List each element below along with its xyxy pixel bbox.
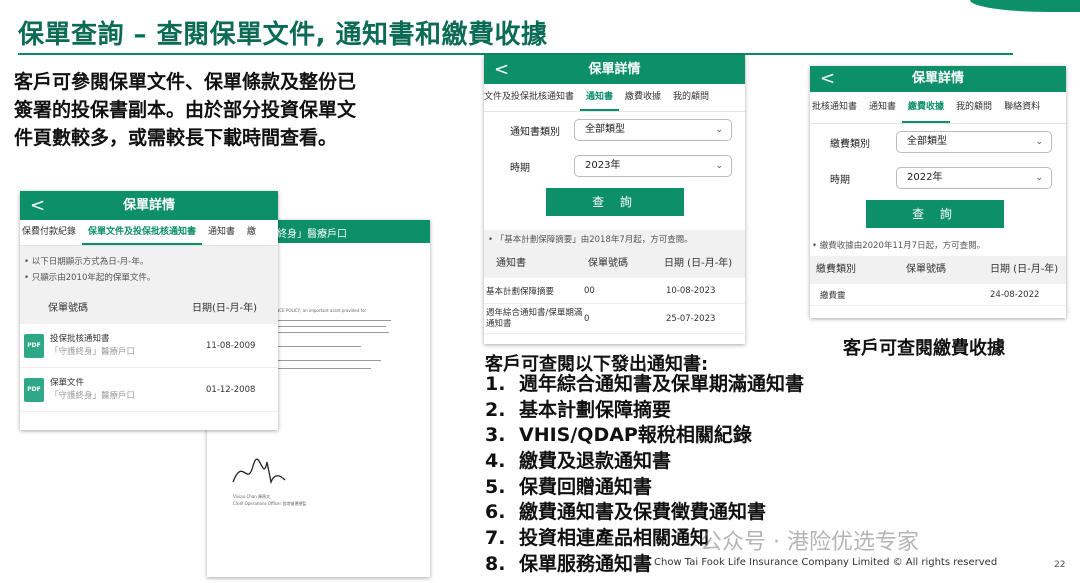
panel-header: < 保單詳情 [810, 66, 1066, 92]
slide-title: 保單查詢 – 查閱保單文件, 通知書和繳費收據 [18, 20, 548, 50]
receipts-caption: 客戶可查閱繳費收據 [843, 338, 1005, 359]
period-row: 時期 2023年 ⌄ [484, 148, 745, 184]
panel-header: < 保單詳情 [484, 55, 745, 84]
query-button-row: 查 詢 [484, 184, 745, 230]
list-item: 5. 保費回贈通知書 [485, 475, 653, 498]
query-button[interactable]: 查 詢 [546, 188, 684, 216]
chevron-down-icon: ⌄ [1035, 173, 1043, 183]
document-line [271, 360, 381, 361]
tab-notices[interactable]: 通知書 [202, 220, 241, 245]
notice-type-row: 通知書類別 全部類型 ⌄ [484, 112, 745, 148]
signatory-name: Vivian Chan 陳薇文 [233, 494, 271, 499]
list-item: 6. 繳費通知書及保費徵費通知書 [485, 501, 767, 524]
panel-tabs: 保費付款紀錄 保單文件及投保批核通知書 通知書 繳 [20, 220, 278, 246]
notices-panel: < 保單詳情 文件及投保批核通知書 通知書 繳費收據 我的顧問 通知書類別 全部… [484, 55, 745, 344]
policy-documents-panel: < 保單詳情 保費付款紀錄 保單文件及投保批核通知書 通知書 繳 • 以下日期顯… [20, 191, 278, 430]
table-header: 保單號碼 日期(日-月-年) [20, 294, 278, 324]
info-notes: • 以下日期顯示方式為日-月-年。 • 只顯示由2010年起的保單文件。 [20, 246, 278, 294]
corner-accent [970, 0, 1080, 12]
tab-my-advisor[interactable]: 我的顧問 [667, 84, 715, 111]
document-line [271, 326, 386, 327]
document-row[interactable]: PDF 投保批核通知書 「守護終身」醫療戶口 11-08-2009 [20, 324, 278, 368]
payment-type-row: 繳費類別 全部類型 ⌄ [810, 124, 1066, 160]
watermark: 公众号 · 港险优选专家 [700, 530, 919, 555]
document-line [271, 368, 371, 369]
list-item: 4. 繳費及退款通知書 [485, 450, 672, 473]
pdf-file-icon: PDF [24, 333, 44, 358]
tab-notices[interactable]: 通知書 [580, 84, 620, 111]
document-name: 投保批核通知書 [50, 333, 110, 344]
query-button-row: 查 詢 [810, 196, 1066, 236]
document-date: 11-08-2009 [206, 340, 256, 351]
tab-approval-notices[interactable]: 批核通知書 [810, 92, 863, 123]
document-text: RANCE POLICY, an important asset provide… [271, 308, 367, 313]
tab-notices[interactable]: 通知書 [863, 92, 902, 123]
intro-text: 客戶可參閱保單文件、保單條款及整份已簽署的投保書副本。由於部分投資保單文件頁數較… [14, 71, 357, 149]
tab-receipts[interactable]: 繳費收據 [619, 84, 667, 111]
info-note: • 繳費收據由2020年11月7日起，方可查閱。 [810, 236, 1066, 256]
document-row[interactable]: PDF 保單文件 「守護終身」醫療戶口 01-12-2008 [20, 368, 278, 412]
table-row[interactable]: 繳費靈 24-08-2022 [810, 284, 1066, 306]
tab-policy-documents[interactable]: 保單文件及投保批核通知書 [82, 220, 203, 245]
document-name: 保單文件 [50, 377, 85, 388]
period-select[interactable]: 2023年 ⌄ [574, 155, 732, 177]
period-label: 時期 [830, 174, 850, 186]
footer-copyright: Chow Tai Fook Life Insurance Company Lim… [654, 557, 998, 568]
tab-policy-documents[interactable]: 文件及投保批核通知書 [484, 84, 580, 111]
chevron-down-icon: ⌄ [715, 125, 723, 135]
signatory-title: Chief Operations Officer 首席營運總監 [233, 501, 307, 506]
table-header: 繳費類別 保單號碼 日期 (日-月-年) [810, 256, 1066, 284]
document-line [271, 320, 391, 321]
receipts-panel: < 保單詳情 批核通知書 通知書 繳費收據 我的顧問 聯絡資料 繳費類別 全部類… [810, 66, 1066, 318]
document-date: 01-12-2008 [206, 384, 256, 395]
tab-my-advisor[interactable]: 我的顧問 [950, 92, 998, 123]
tab-receipts[interactable]: 繳費收據 [902, 92, 951, 123]
document-product: 「守護終身」醫療戶口 [50, 390, 136, 401]
query-button[interactable]: 查 詢 [866, 200, 1004, 228]
period-row: 時期 2022年 ⌄ [810, 160, 1066, 196]
table-header: 通知書 保單號碼 日期 (日-月-年) [484, 250, 745, 278]
table-row[interactable]: 週年綜合通知書/保單期滿通知書 0 25-07-2023 [484, 304, 745, 334]
list-item: 3. VHIS/QDAP報稅相關紀錄 [485, 424, 752, 447]
panel-tabs: 批核通知書 通知書 繳費收據 我的顧問 聯絡資料 [810, 92, 1066, 124]
panel-header: < 保單詳情 [20, 191, 278, 220]
document-line [271, 332, 389, 333]
panel-tabs: 文件及投保批核通知書 通知書 繳費收據 我的顧問 [484, 84, 745, 112]
page-number: 22 [1054, 560, 1066, 570]
list-item: 1. 週年綜合通知書及保單期滿通知書 [485, 373, 805, 395]
list-item: 2. 基本計劃保障摘要 [485, 398, 672, 421]
period-select[interactable]: 2022年 ⌄ [896, 167, 1052, 189]
notice-type-label: 通知書類別 [510, 126, 560, 138]
back-arrow-icon[interactable]: < [494, 55, 509, 84]
notice-type-select[interactable]: 全部類型 ⌄ [574, 119, 732, 141]
chevron-down-icon: ⌄ [715, 161, 723, 171]
table-row[interactable]: 基本計劃保障摘要 00 10-08-2023 [484, 278, 745, 304]
back-arrow-icon[interactable]: < [820, 66, 835, 92]
period-label: 時期 [510, 162, 530, 174]
payment-type-select[interactable]: 全部類型 ⌄ [896, 131, 1052, 153]
pdf-file-icon: PDF [24, 377, 44, 402]
chevron-down-icon: ⌄ [1035, 137, 1043, 147]
back-arrow-icon[interactable]: < [30, 191, 45, 220]
tab-contact-info[interactable]: 聯絡資料 [998, 92, 1046, 123]
document-product: 「守護終身」醫療戶口 [50, 346, 136, 357]
document-line [271, 346, 361, 347]
tab-receipts[interactable]: 繳 [241, 220, 262, 245]
tab-payment-records[interactable]: 保費付款紀錄 [20, 220, 82, 245]
signature-icon [232, 458, 286, 485]
info-note: • 「基本計劃保障摘要」由2018年7月起，方可查閱。 [484, 230, 745, 250]
payment-type-label: 繳費類別 [830, 138, 870, 150]
